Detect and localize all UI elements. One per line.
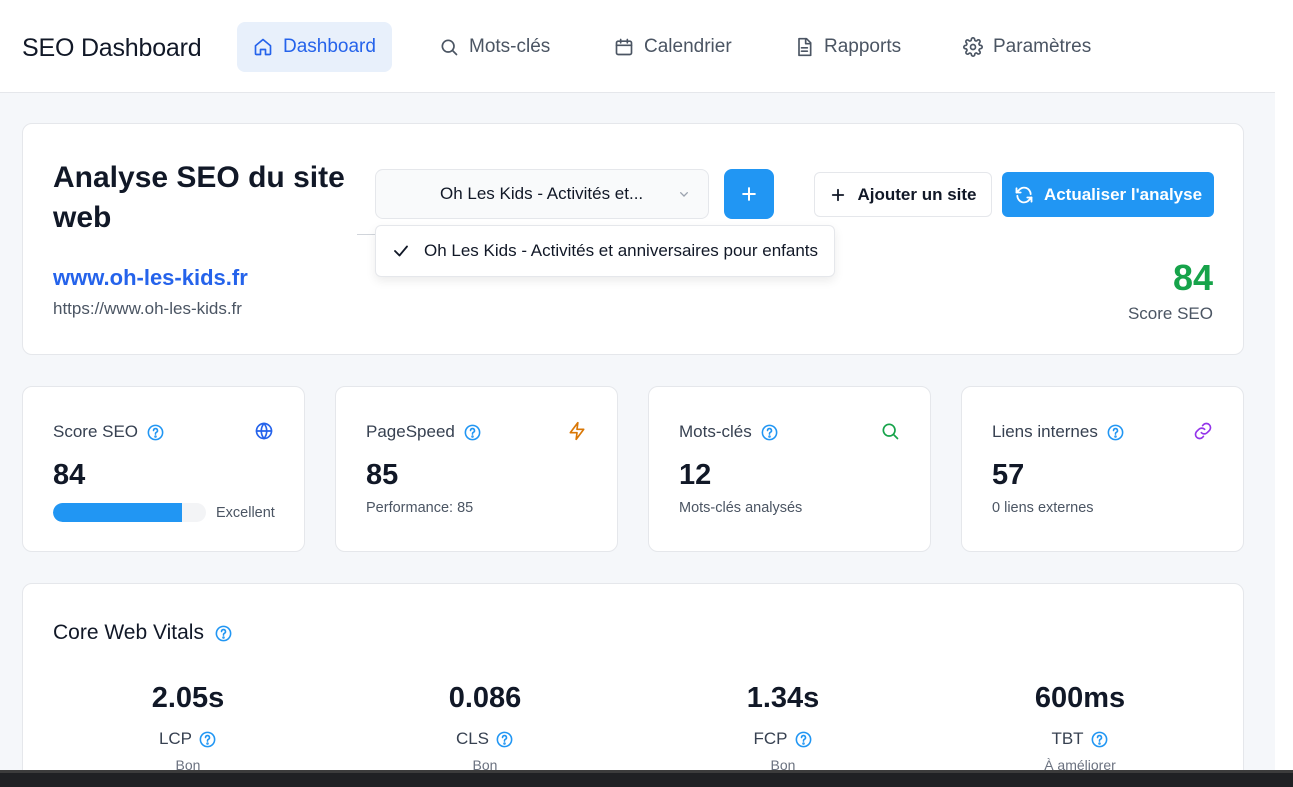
check-icon	[394, 245, 408, 257]
stat-label-text: Mots-clés	[679, 422, 752, 441]
vitals-title: Core Web Vitals	[53, 621, 233, 645]
stat-card-pagespeed: PageSpeed 85 Performance: 85	[335, 386, 618, 552]
taskbar-strip	[0, 770, 1293, 787]
dropdown-option[interactable]: Oh Les Kids - Activités et anniversaires…	[424, 241, 818, 261]
vitals-title-text: Core Web Vitals	[53, 621, 204, 644]
help-icon[interactable]	[1106, 423, 1125, 442]
help-icon[interactable]	[794, 730, 813, 749]
refresh-label: Actualiser l'analyse	[1043, 184, 1203, 204]
refresh-icon	[1015, 186, 1033, 203]
plus-icon	[742, 187, 756, 201]
site-select-value: Oh Les Kids - Activités et...	[440, 184, 644, 203]
page-title: Analyse SEO du site web	[53, 161, 345, 234]
vital-cls: 0.086 CLS Bon	[335, 682, 635, 770]
nav-item-label: Mots-clés	[469, 36, 551, 57]
add-site-label: Ajouter un site	[857, 184, 977, 204]
stat-label-text: Score SEO	[53, 422, 139, 441]
stat-sub: Performance: 85	[366, 500, 474, 516]
vital-tbt: 600ms TBT À améliorer	[930, 682, 1230, 770]
nav-item-parametres[interactable]: Paramètres	[947, 22, 1107, 72]
stat-label: Score SEO	[53, 422, 165, 442]
globe-icon	[255, 422, 273, 440]
home-icon	[254, 38, 272, 56]
vital-value: 1.34s	[746, 682, 820, 714]
vital-name: FCP	[633, 729, 933, 749]
lightning-icon	[569, 421, 585, 441]
help-icon[interactable]	[463, 423, 482, 442]
window-gutter	[1275, 0, 1293, 770]
vital-name-text: CLS	[455, 729, 490, 748]
search-icon	[441, 39, 458, 56]
stat-card-seo: Score SEO 84 Excellent	[22, 386, 305, 552]
nav-item-label: Paramètres	[993, 36, 1092, 57]
nav-item-label: Dashboard	[283, 36, 376, 57]
nav-item-label: Rapports	[824, 36, 902, 57]
vital-value: 600ms	[1034, 682, 1126, 714]
vital-name: LCP	[38, 729, 338, 749]
vital-status: Bon	[770, 757, 796, 770]
add-button[interactable]	[724, 169, 774, 219]
help-icon[interactable]	[198, 730, 217, 749]
stat-value: 57	[992, 459, 1025, 491]
vital-name-text: TBT	[1051, 729, 1084, 748]
site-domain-link[interactable]: www.oh-les-kids.fr	[53, 265, 248, 291]
stat-label: Mots-clés	[679, 422, 779, 442]
seo-progress-fill	[53, 503, 182, 522]
help-icon[interactable]	[214, 624, 233, 643]
help-icon[interactable]	[495, 730, 514, 749]
help-icon[interactable]	[760, 423, 779, 442]
document-icon	[798, 37, 812, 57]
help-icon[interactable]	[146, 423, 165, 442]
stat-value: 12	[679, 459, 712, 491]
stat-label: PageSpeed	[366, 422, 482, 442]
site-dropdown-menu: Oh Les Kids - Activités et anniversaires…	[375, 225, 835, 277]
progress-label: Excellent	[216, 505, 275, 521]
nav-item-dashboard[interactable]: Dashboard	[237, 22, 392, 72]
stat-value: 84	[53, 459, 86, 491]
stat-label-text: PageSpeed	[366, 422, 455, 441]
vital-name-text: FCP	[753, 729, 788, 748]
stat-value: 85	[366, 459, 399, 491]
search-icon	[882, 423, 899, 440]
stat-sub: 0 liens externes	[992, 500, 1094, 516]
app-window: SEO Dashboard Dashboard Mots-clés Calend…	[0, 0, 1275, 770]
refresh-analysis-button[interactable]: Actualiser l'analyse	[1002, 172, 1214, 217]
stat-label: Liens internes	[992, 422, 1125, 442]
nav-item-label: Calendrier	[644, 36, 732, 57]
vital-fcp: 1.34s FCP Bon	[633, 682, 933, 770]
nav-item-mots-cles[interactable]: Mots-clés	[423, 22, 566, 72]
link-icon	[1194, 422, 1212, 440]
brand-title: SEO Dashboard	[22, 34, 202, 62]
seo-score-value: 84	[1172, 257, 1213, 298]
add-site-button[interactable]: Ajouter un site	[814, 172, 992, 217]
core-web-vitals-card: Core Web Vitals 2.05s LCP Bon 0.086 CLS …	[22, 583, 1244, 770]
site-url: https://www.oh-les-kids.fr	[53, 299, 242, 318]
vital-name: TBT	[930, 729, 1230, 749]
stat-card-links: Liens internes 57 0 liens externes	[961, 386, 1244, 552]
vital-name: CLS	[335, 729, 635, 749]
seo-progress-bar	[53, 503, 206, 522]
divider	[357, 234, 377, 235]
chevron-down-icon	[680, 192, 688, 197]
stat-card-keywords: Mots-clés 12 Mots-clés analysés	[648, 386, 931, 552]
stat-sub: Mots-clés analysés	[679, 500, 803, 516]
vital-lcp: 2.05s LCP Bon	[38, 682, 338, 770]
help-icon[interactable]	[1090, 730, 1109, 749]
seo-score-label: Score SEO	[1127, 304, 1213, 323]
vital-status: Bon	[175, 757, 201, 770]
top-nav: SEO Dashboard Dashboard Mots-clés Calend…	[0, 0, 1275, 93]
calendar-icon	[615, 38, 633, 56]
site-select[interactable]: Oh Les Kids - Activités et...	[375, 169, 709, 219]
nav-item-rapports[interactable]: Rapports	[778, 22, 917, 72]
site-header-card: Analyse SEO du site web www.oh-les-kids.…	[22, 123, 1244, 355]
vital-status: Bon	[472, 757, 498, 770]
gear-icon	[963, 37, 983, 57]
nav-item-calendrier[interactable]: Calendrier	[598, 22, 748, 72]
vital-status: À améliorer	[1044, 757, 1116, 770]
plus-icon	[832, 188, 845, 201]
vital-value: 2.05s	[151, 682, 225, 714]
vital-value: 0.086	[448, 682, 522, 714]
vital-name-text: LCP	[158, 729, 193, 748]
stat-label-text: Liens internes	[992, 422, 1098, 441]
